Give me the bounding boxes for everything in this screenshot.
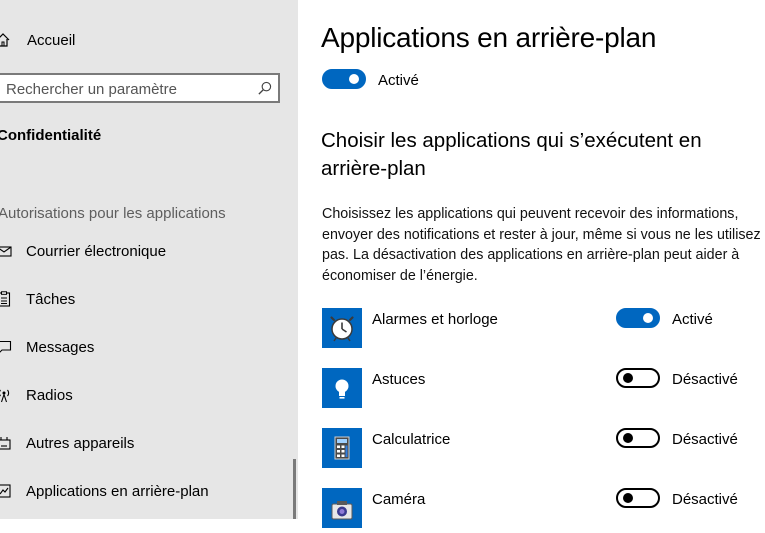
group-label: Autorisations pour les applications bbox=[0, 205, 226, 222]
toggle-calculator[interactable] bbox=[616, 428, 660, 448]
camera-icon bbox=[331, 501, 353, 520]
background-apps-icon bbox=[0, 484, 11, 498]
toggle-knob bbox=[623, 493, 633, 503]
sidebar-item-tasks[interactable]: Tâches bbox=[0, 280, 298, 320]
section-title: Confidentialité bbox=[0, 127, 102, 144]
master-toggle[interactable] bbox=[322, 69, 366, 89]
app-name-calculator: Calculatrice bbox=[372, 431, 451, 448]
section-description: Choisissez les applications qui peuvent … bbox=[322, 206, 761, 284]
sidebar-item-background-apps[interactable]: Applications en arrière-plan bbox=[0, 472, 298, 512]
alarm-clock-icon bbox=[330, 316, 354, 342]
toggle-knob bbox=[623, 433, 633, 443]
toggle-status-calculator: Désactivé bbox=[672, 431, 738, 448]
section-subheading: Choisir les applications qui s’exécutent… bbox=[321, 129, 702, 180]
toggle-camera[interactable] bbox=[616, 488, 660, 508]
selection-indicator bbox=[293, 459, 296, 519]
nav-home-label: Accueil bbox=[27, 32, 76, 49]
sidebar-item-label: Courrier électronique bbox=[26, 243, 167, 260]
nav-home[interactable]: Accueil bbox=[0, 28, 298, 54]
main-content: Applications en arrière-plan Activé Choi… bbox=[298, 0, 765, 528]
page-title: Applications en arrière-plan bbox=[321, 22, 657, 53]
sidebar-item-label: Radios bbox=[26, 387, 73, 404]
lightbulb-icon bbox=[335, 379, 349, 399]
app-tile-camera bbox=[322, 488, 362, 528]
app-tile-tips bbox=[322, 368, 362, 408]
radio-icon bbox=[0, 389, 10, 403]
sidebar-item-messages[interactable]: Messages bbox=[0, 328, 298, 368]
app-name-alarms: Alarmes et horloge bbox=[372, 311, 498, 328]
toggle-knob bbox=[623, 373, 633, 383]
tasks-icon bbox=[0, 291, 11, 307]
toggle-knob bbox=[349, 74, 359, 84]
app-tile-alarms bbox=[322, 308, 362, 348]
devices-icon bbox=[0, 437, 11, 450]
toggle-status-camera: Désactivé bbox=[672, 491, 738, 508]
sidebar-item-other-devices[interactable]: Autres appareils bbox=[0, 424, 298, 464]
sidebar-item-label: Messages bbox=[26, 339, 95, 356]
search-input[interactable]: Rechercher un paramètre bbox=[0, 73, 280, 103]
calculator-icon bbox=[334, 436, 350, 460]
message-icon bbox=[0, 340, 12, 353]
mail-icon bbox=[0, 246, 12, 257]
sidebar-item-label: Autres appareils bbox=[26, 435, 135, 452]
master-toggle-label: Activé bbox=[378, 72, 419, 89]
sidebar-item-label: Tâches bbox=[26, 291, 76, 308]
app-name-camera: Caméra bbox=[372, 491, 426, 508]
sidebar-item-mail[interactable]: Courrier électronique bbox=[0, 232, 298, 272]
toggle-knob bbox=[643, 313, 653, 323]
app-tile-calculator bbox=[322, 428, 362, 468]
home-icon bbox=[0, 33, 10, 47]
search-placeholder: Rechercher un paramètre bbox=[6, 81, 177, 98]
sidebar-item-label: Applications en arrière-plan bbox=[26, 483, 209, 500]
sidebar: Accueil Rechercher un paramètre Confiden… bbox=[0, 0, 298, 519]
toggle-status-alarms: Activé bbox=[672, 311, 713, 328]
toggle-tips[interactable] bbox=[616, 368, 660, 388]
toggle-status-tips: Désactivé bbox=[672, 371, 738, 388]
app-name-tips: Astuces bbox=[372, 371, 426, 388]
search-icon[interactable] bbox=[257, 81, 272, 96]
toggle-alarms[interactable] bbox=[616, 308, 660, 328]
sidebar-item-radios[interactable]: Radios bbox=[0, 376, 298, 416]
